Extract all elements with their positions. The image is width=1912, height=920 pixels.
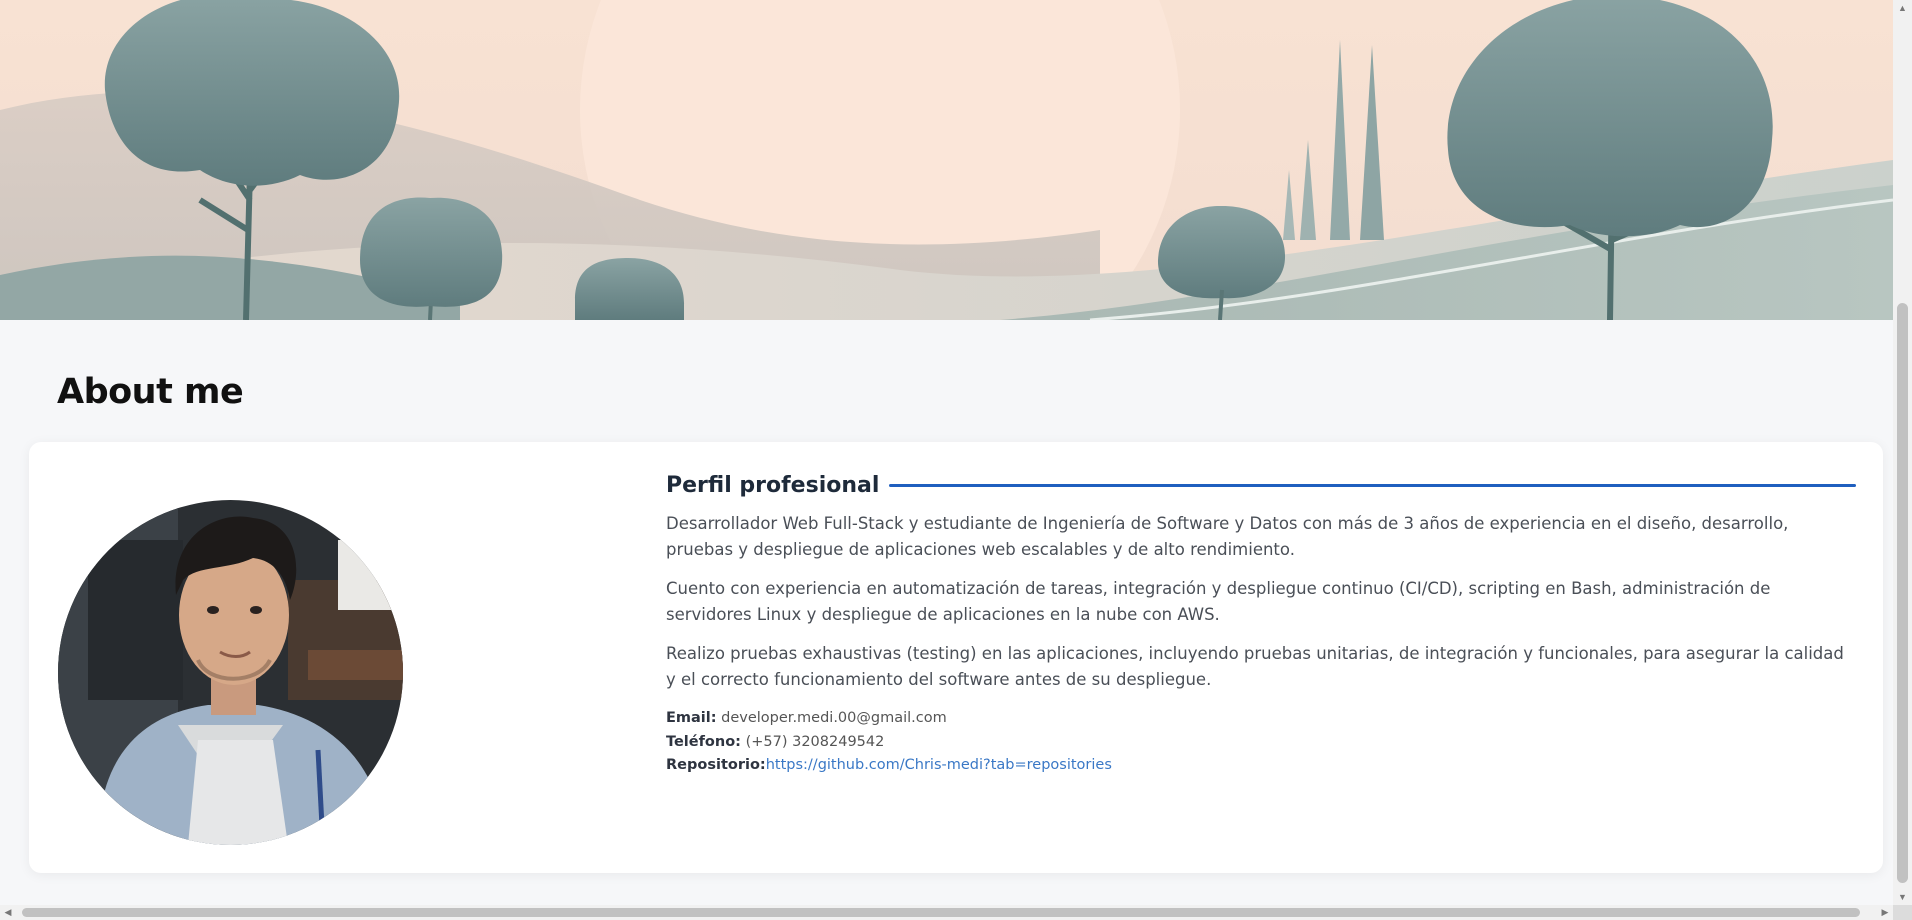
section-title: Perfil profesional [666, 472, 880, 498]
about-card: Perfil profesional Desarrollador Web Ful… [29, 442, 1883, 873]
about-heading: About me [57, 372, 244, 412]
hero-banner-illustration [0, 0, 1893, 320]
contact-info: Email: developer.medi.00@gmail.com Teléf… [666, 707, 1856, 778]
email-value: developer.medi.00@gmail.com [721, 710, 947, 726]
profile-paragraph: Realizo pruebas exhaustivas (testing) en… [666, 644, 1844, 689]
phone-value: (+57) 3208249542 [745, 733, 885, 750]
page: About me Perfil profesional Desarrollado… [0, 0, 1893, 905]
vertical-scrollbar[interactable]: ▲ ▼ [1893, 0, 1912, 905]
profile-paragraph: Cuento con experiencia en automatización… [666, 579, 1771, 624]
scroll-left-arrow-icon[interactable]: ◀ [0, 905, 16, 920]
repository-row: Repositorio:https://github.com/Chris-med… [666, 754, 1856, 778]
email-label: Email: [666, 710, 717, 726]
repository-link[interactable]: https://github.com/Chris-medi?tab=reposi… [766, 757, 1112, 773]
scroll-down-arrow-icon[interactable]: ▼ [1893, 889, 1912, 905]
horizontal-scrollbar-thumb[interactable] [22, 908, 1860, 917]
vertical-scrollbar-thumb[interactable] [1897, 303, 1908, 883]
phone-row: Teléfono: (+57) 3208249542 [666, 731, 1856, 755]
professional-profile: Perfil profesional Desarrollador Web Ful… [666, 469, 1856, 778]
profile-paragraph: Desarrollador Web Full-Stack y estudiant… [666, 514, 1789, 559]
section-title-row: Perfil profesional [666, 469, 1856, 501]
email-row: Email: developer.medi.00@gmail.com [666, 707, 1856, 731]
scroll-up-arrow-icon[interactable]: ▲ [1893, 0, 1912, 16]
horizontal-scrollbar[interactable]: ◀ ▶ [0, 905, 1893, 920]
scrollbar-corner [1893, 905, 1912, 920]
title-divider-line [889, 483, 1856, 487]
scroll-right-arrow-icon[interactable]: ▶ [1877, 905, 1893, 920]
profile-photo [58, 500, 403, 845]
phone-label: Teléfono: [666, 733, 741, 750]
repository-label: Repositorio: [666, 757, 766, 773]
